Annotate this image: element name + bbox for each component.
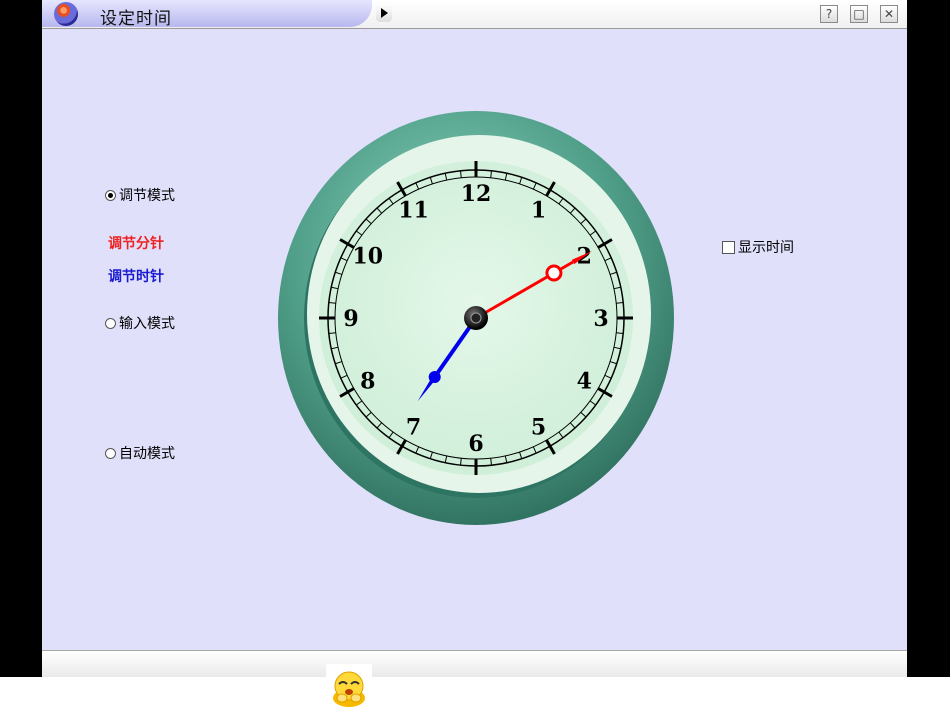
analog-clock[interactable]: 121234567891011 [276, 108, 676, 528]
clock-number: 4 [577, 369, 592, 395]
expand-arrow-button[interactable] [376, 4, 392, 22]
maximize-button[interactable]: □ [850, 5, 868, 23]
emoticon-icon [326, 664, 372, 710]
bottom-status-bar [42, 650, 907, 677]
auto-mode-label: 自动模式 [119, 446, 175, 462]
clock-number: 10 [352, 244, 383, 270]
adjust-mode-label: 调节模式 [119, 188, 175, 204]
adjust-hour-label[interactable]: 调节时针 [108, 266, 164, 286]
show-time-checkbox[interactable]: 显示时间 [722, 237, 794, 257]
adjust-minute-label[interactable]: 调节分针 [108, 233, 164, 253]
radio-icon[interactable] [105, 447, 116, 459]
clock-number: 1 [531, 198, 546, 224]
help-button[interactable]: ? [820, 5, 838, 23]
title-bar: 设定时间 ? □ ✕ [42, 0, 907, 29]
clock-number: 3 [593, 306, 608, 332]
show-time-label: 显示时间 [738, 240, 794, 256]
window-title: 设定时间 [100, 9, 172, 29]
left-black-border [0, 0, 42, 677]
radio-icon[interactable] [105, 317, 116, 329]
clock-number: 8 [360, 369, 375, 395]
triangle-right-icon [381, 8, 388, 18]
app-logo-icon [54, 2, 78, 26]
clock-number: 7 [406, 414, 421, 440]
title-tab: 设定时间 [42, 0, 372, 29]
clock-center-pin [470, 312, 482, 324]
clock-number: 9 [343, 306, 358, 332]
right-black-border [907, 0, 950, 677]
input-mode-label: 输入模式 [119, 316, 175, 332]
clock-number: 11 [398, 198, 429, 224]
app-window: 设定时间 ? □ ✕ 调节模式 调节分针 调节时针 输入模式 自动模式 显示时间 [42, 0, 907, 677]
radio-icon[interactable] [105, 189, 116, 201]
minute-hand-knob[interactable] [545, 264, 563, 282]
clock-number: 6 [468, 431, 483, 457]
clock-number: 12 [461, 181, 492, 207]
checkbox-icon[interactable] [722, 240, 735, 254]
close-button[interactable]: ✕ [880, 5, 898, 23]
radio-adjust-mode[interactable]: 调节模式 [105, 185, 175, 205]
radio-input-mode[interactable]: 输入模式 [105, 313, 175, 333]
clock-number: 5 [531, 414, 546, 440]
radio-auto-mode[interactable]: 自动模式 [105, 443, 175, 463]
